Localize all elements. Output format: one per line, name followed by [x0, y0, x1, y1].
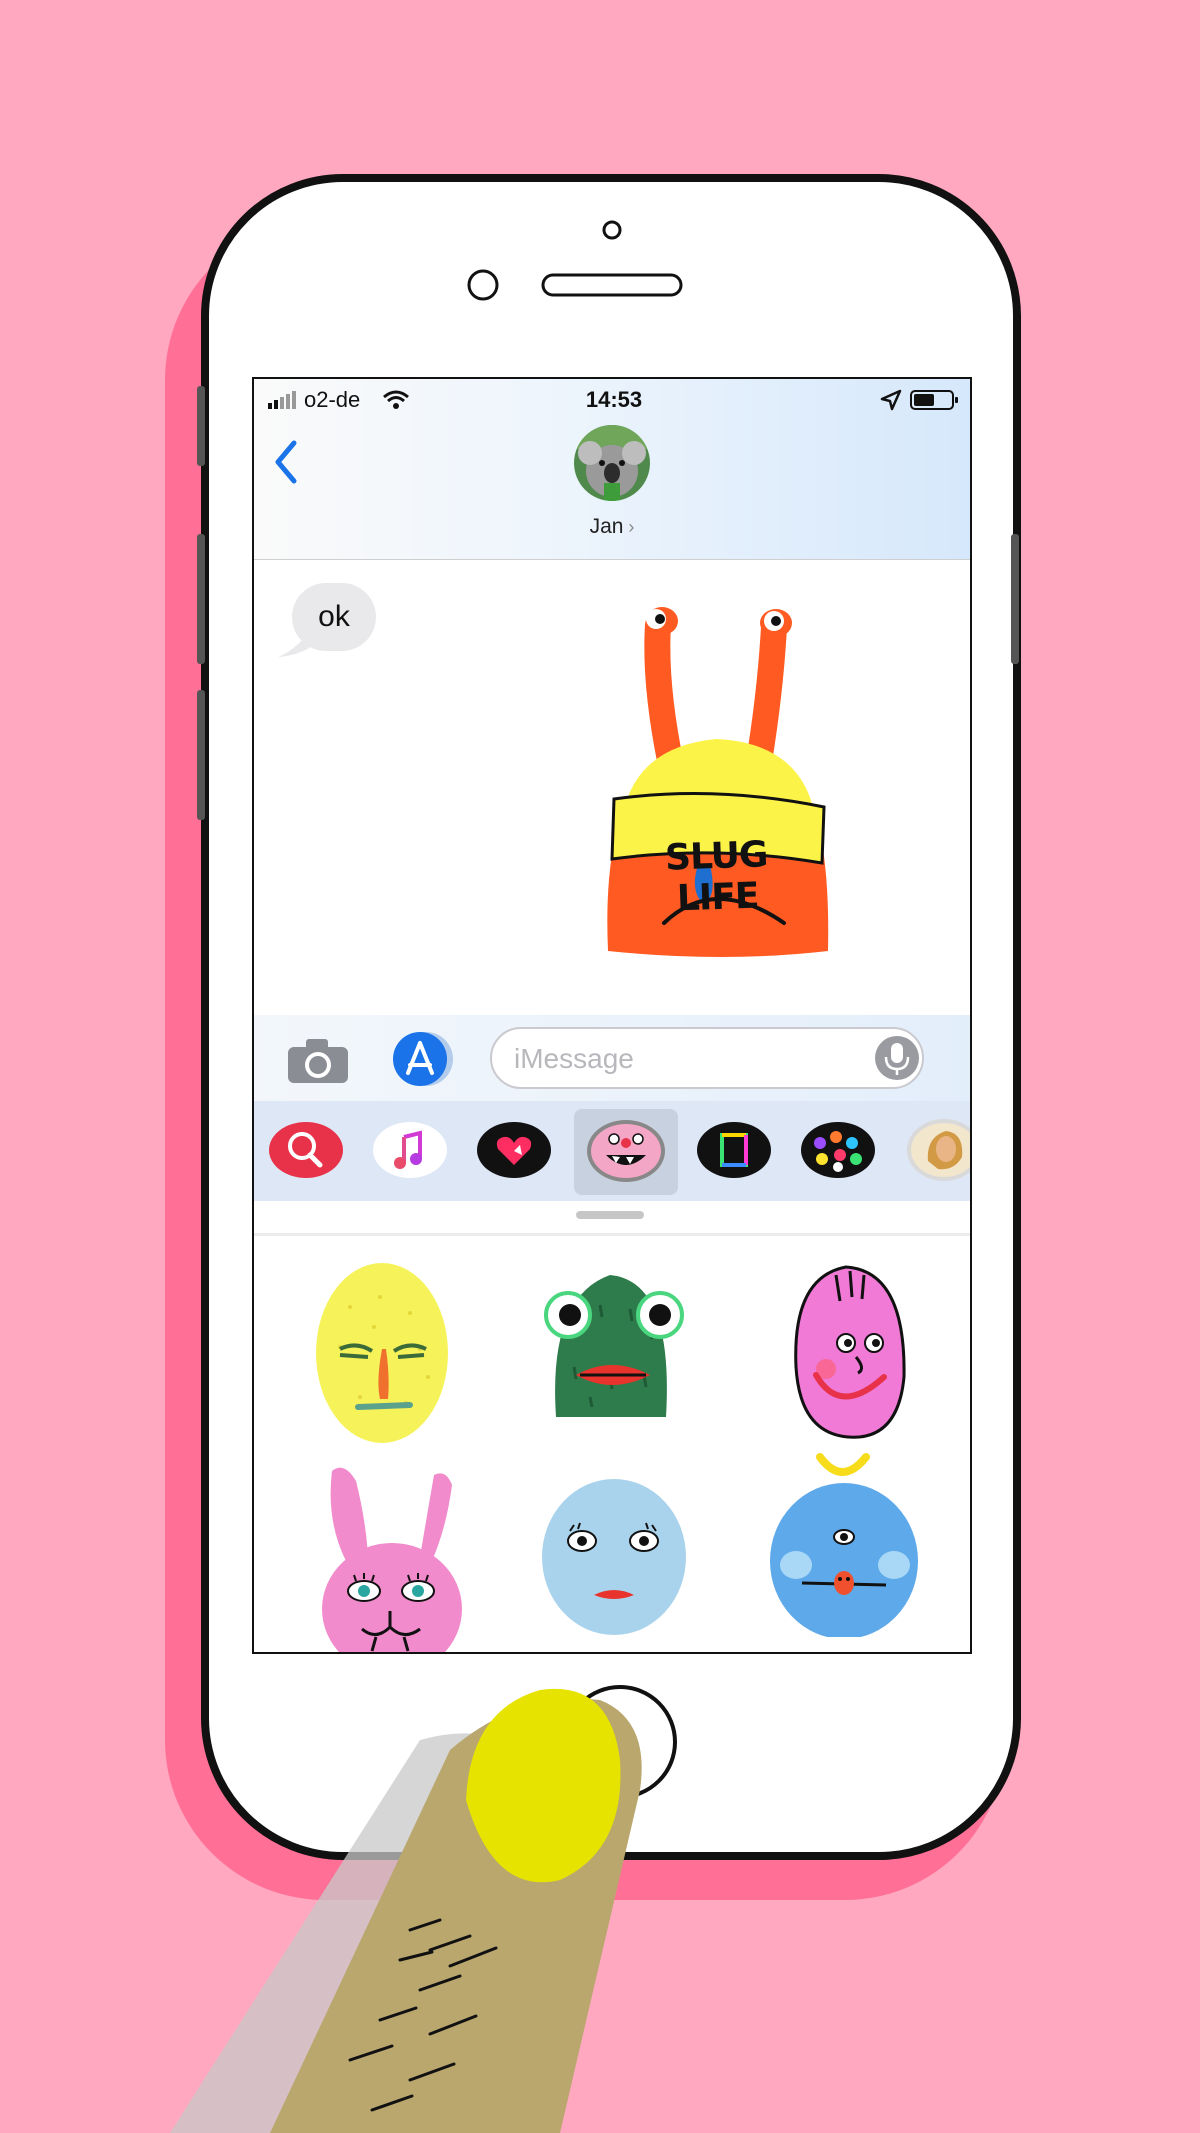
- illustration-scene: Jan › o2-de 14:53 ok SLUG LIFE iMessage: [0, 0, 1200, 2133]
- finger-illustration: [170, 1688, 642, 2133]
